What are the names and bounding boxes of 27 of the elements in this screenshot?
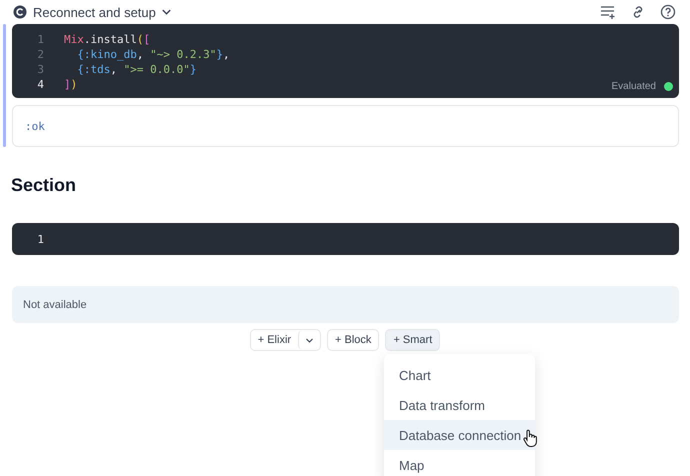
list-add-icon[interactable]: [600, 4, 616, 20]
code-line: {:kino_db, "~> 0.2.3"},: [76, 47, 230, 62]
menu-item[interactable]: Database connection: [384, 420, 535, 450]
code-editor[interactable]: 1 Mix.install([ 2 {:kino_db, "~> 0.2.3"}, 3 {:tds, ">= 0.0.0"} 4 ]) Evaluated: [12, 24, 679, 98]
line-number: 3: [36, 62, 45, 77]
line-number: 4: [36, 77, 45, 92]
menu-item[interactable]: Map: [384, 450, 535, 476]
status-label: Evaluated: [612, 81, 656, 92]
reconnect-icon[interactable]: [12, 4, 28, 20]
cell-output: :ok: [12, 105, 679, 147]
line-number: 2: [36, 47, 45, 62]
line-number: 1: [36, 32, 45, 47]
menu-item[interactable]: Chart: [384, 360, 535, 390]
menu-item[interactable]: Data transform: [384, 390, 535, 420]
code-line: {:tds, ">= 0.0.0"}: [76, 62, 196, 77]
chevron-down-icon: [305, 336, 314, 344]
code-line: Mix.install([: [64, 32, 150, 47]
add-smart-button[interactable]: + Smart: [385, 329, 440, 351]
hand-cursor-icon: [523, 429, 537, 447]
code-editor[interactable]: 1: [12, 223, 679, 255]
runtime-menu[interactable]: Reconnect and setup: [33, 4, 156, 20]
add-block-button[interactable]: + Block: [327, 329, 380, 351]
help-icon[interactable]: [660, 4, 676, 20]
line-number: 1: [36, 232, 45, 246]
section-title: Section: [11, 175, 78, 197]
code-line: ]): [64, 77, 78, 92]
notice-text: Not available: [12, 286, 679, 323]
